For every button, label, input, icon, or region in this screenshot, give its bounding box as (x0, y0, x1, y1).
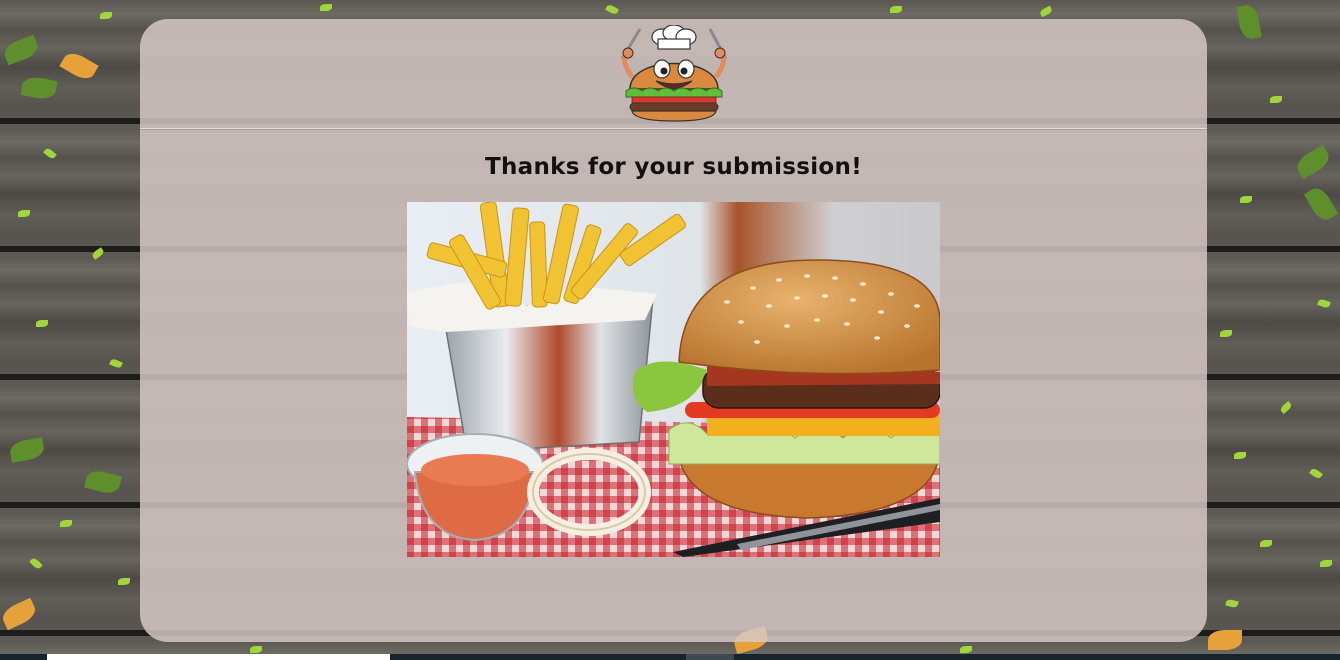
burger-and-fries-photo (407, 202, 940, 557)
taskbar-search-box[interactable] (47, 654, 390, 660)
thanks-heading: Thanks for your submission! (484, 154, 863, 180)
card-header (140, 19, 1207, 129)
taskbar (0, 654, 1340, 660)
burger-chef-mascot-icon (620, 25, 728, 122)
card-body: Thanks for your submission! (140, 129, 1207, 557)
confirmation-card: Thanks for your submission! (140, 19, 1207, 642)
taskbar-active-app[interactable] (686, 654, 734, 660)
